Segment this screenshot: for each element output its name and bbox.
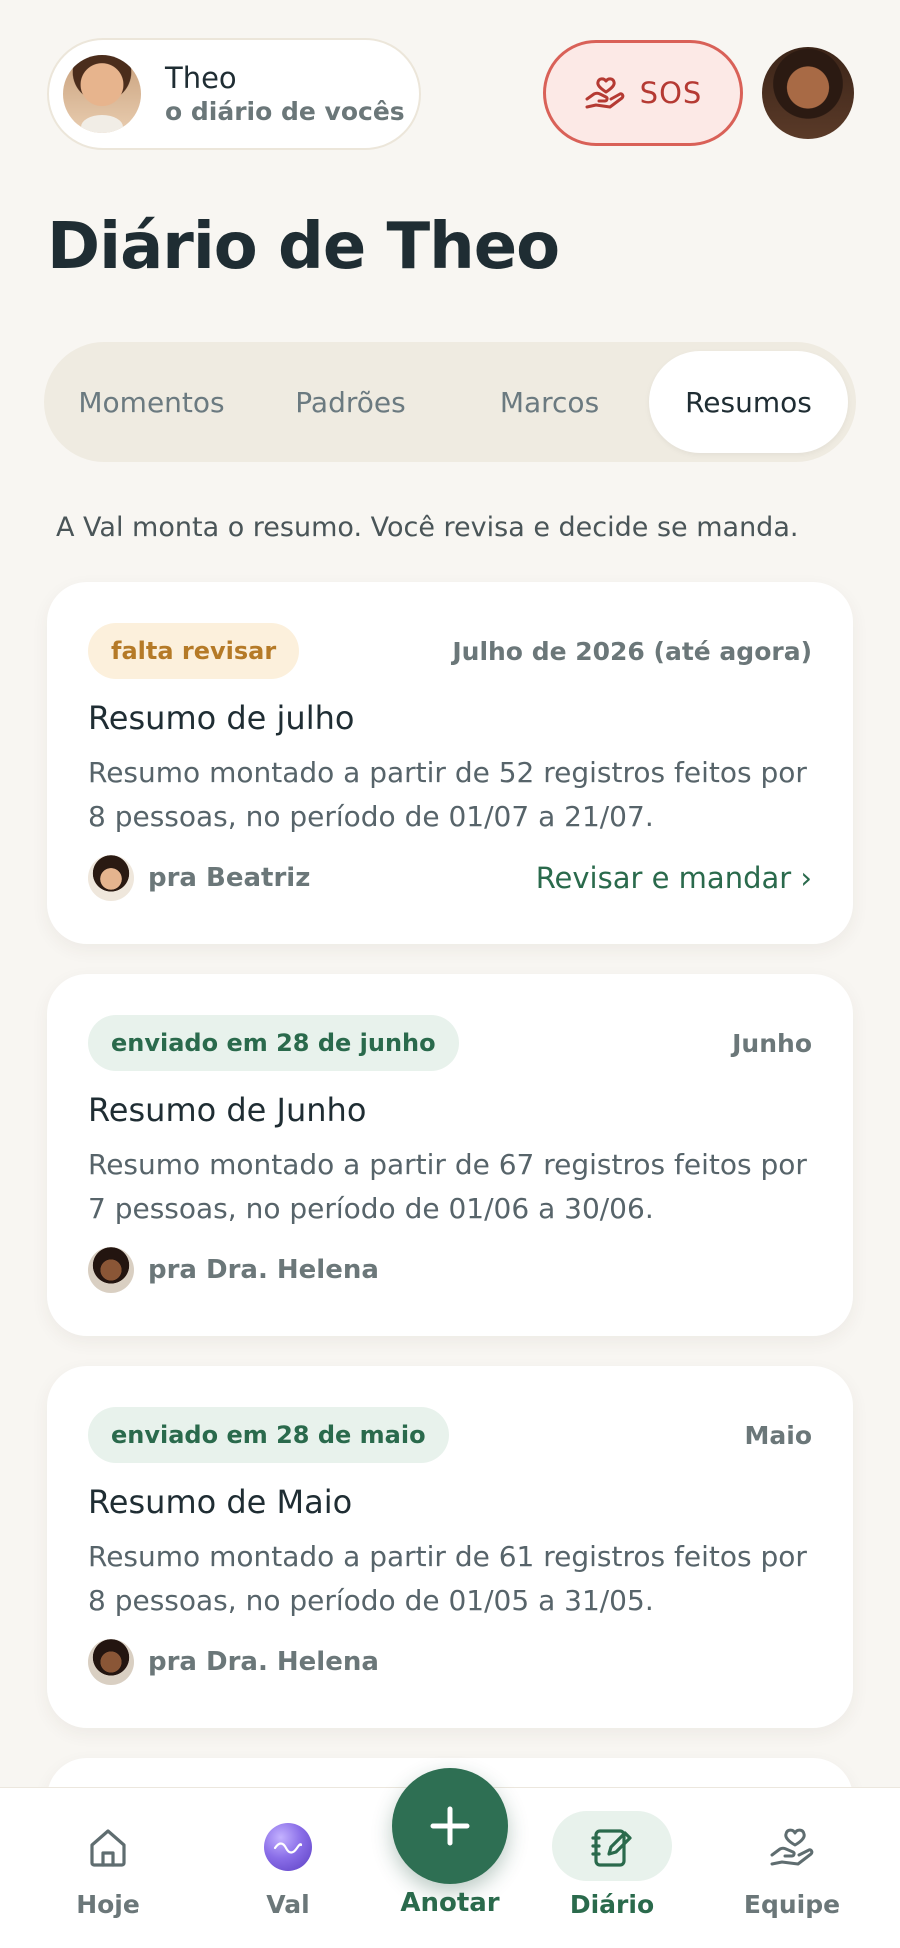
recipient-label: pra Beatriz: [148, 863, 311, 893]
summary-title: Resumo de Junho: [88, 1091, 367, 1129]
recipient-label: pra Dra. Helena: [148, 1647, 379, 1677]
summary-title: Resumo de Maio: [88, 1483, 353, 1521]
child-avatar: [63, 55, 141, 133]
diary-tabs: Momentos Padrões Marcos Resumos: [44, 342, 856, 462]
page-title: Diário de Theo: [47, 210, 560, 284]
summary-title: Resumo de julho: [88, 699, 355, 737]
child-name: Theo: [165, 60, 237, 95]
nav-label-diario: Diário: [569, 1890, 655, 1919]
sos-label: SOS: [639, 76, 703, 110]
hand-heart-icon: [767, 1822, 817, 1872]
user-avatar[interactable]: [762, 47, 854, 139]
status-badge: enviado em 28 de junho: [88, 1015, 459, 1071]
summary-recipient: pra Beatriz: [88, 855, 310, 901]
summary-card[interactable]: enviado em 28 de maio Maio Resumo de Mai…: [47, 1366, 853, 1728]
nav-item-hoje[interactable]: Hoje: [38, 1788, 178, 1948]
notebook-pencil-icon: [587, 1822, 637, 1872]
review-and-send-link[interactable]: Revisar e mandar ›: [536, 861, 812, 895]
status-badge: enviado em 28 de maio: [88, 1407, 449, 1463]
recipient-avatar: [88, 855, 134, 901]
summary-recipient: pra Dra. Helena: [88, 1639, 379, 1685]
summary-period: Junho: [732, 1028, 812, 1058]
tab-marcos[interactable]: Marcos: [450, 351, 649, 453]
summary-description: Resumo montado a partir de 67 registros …: [88, 1148, 807, 1225]
nav-item-val[interactable]: Val: [218, 1788, 358, 1948]
summary-card[interactable]: falta revisar Julho de 2026 (até agora) …: [47, 582, 853, 944]
summary-description: Resumo montado a partir de 52 registros …: [88, 756, 807, 833]
nav-label-anotar: Anotar: [400, 1888, 500, 1918]
summary-description: Resumo montado a partir de 61 registros …: [88, 1540, 807, 1617]
hand-heart-icon: [585, 77, 624, 109]
summary-period: Julho de 2026 (até agora): [452, 636, 812, 666]
tab-resumos[interactable]: Resumos: [649, 351, 848, 453]
recipient-label: pra Dra. Helena: [148, 1255, 379, 1285]
recipient-avatar: [88, 1247, 134, 1293]
plus-icon: [430, 1806, 470, 1846]
status-badge: falta revisar: [88, 623, 300, 679]
val-orb-icon: [263, 1822, 313, 1872]
intro-text: A Val monta o resumo. Você revisa e deci…: [56, 512, 799, 543]
summary-period: Maio: [744, 1420, 813, 1450]
add-note-button[interactable]: [392, 1768, 508, 1884]
nav-label-equipe: Equipe: [743, 1890, 841, 1919]
summary-recipient: pra Dra. Helena: [88, 1247, 379, 1293]
sos-button[interactable]: SOS: [543, 40, 743, 146]
nav-item-equipe[interactable]: Equipe: [722, 1788, 862, 1948]
nav-label-val: Val: [266, 1890, 310, 1919]
child-info: Theo o diário de vocês: [165, 60, 405, 129]
summary-card[interactable]: enviado em 28 de junho Junho Resumo de J…: [47, 974, 853, 1336]
tab-momentos[interactable]: Momentos: [52, 351, 251, 453]
tab-padroes[interactable]: Padrões: [251, 351, 450, 453]
nav-item-diario[interactable]: Diário: [542, 1788, 682, 1948]
child-selector[interactable]: Theo o diário de vocês: [47, 38, 421, 150]
house-icon: [83, 1822, 133, 1872]
child-subtitle: o diário de vocês: [165, 96, 405, 126]
recipient-avatar: [88, 1639, 134, 1685]
nav-label-hoje: Hoje: [76, 1890, 140, 1919]
